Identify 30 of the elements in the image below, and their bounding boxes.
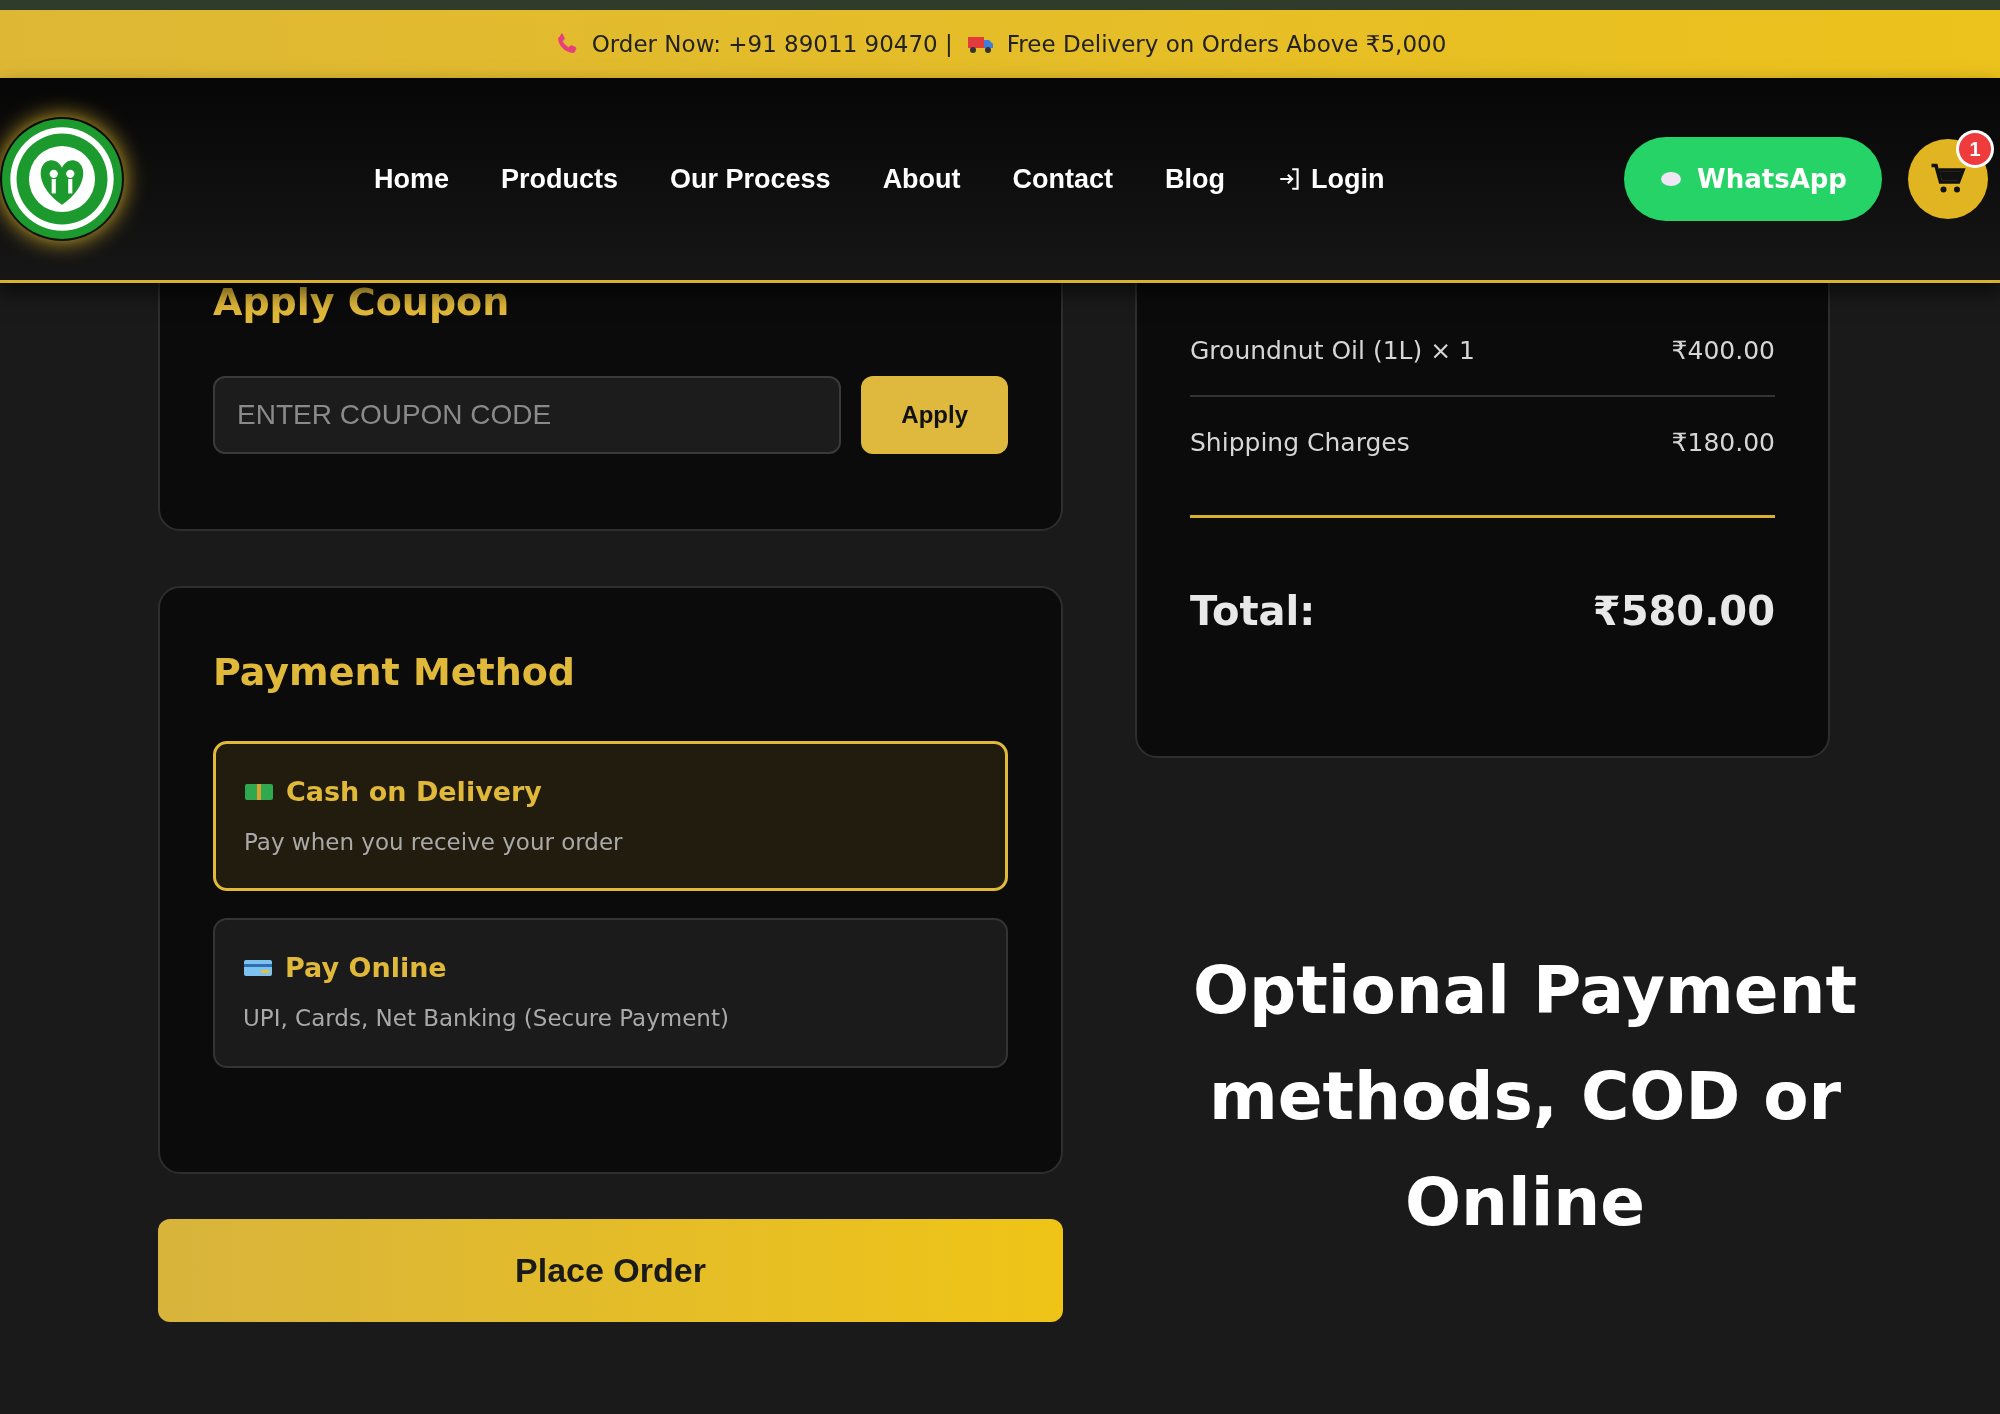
place-order-button[interactable]: Place Order (158, 1219, 1063, 1322)
login-link[interactable]: Login (1277, 163, 1385, 195)
caption-text: Optional Payment methods, COD or Online (1191, 951, 1859, 1243)
total-amount: ₹580.00 (1592, 588, 1775, 634)
logo-icon (0, 117, 124, 241)
apply-button[interactable]: Apply (861, 376, 1008, 454)
nav-link[interactable]: Our Process (670, 163, 831, 195)
nav-link[interactable]: Home (374, 163, 449, 195)
chat-bubble-icon (1659, 170, 1683, 188)
item-name: Shipping Charges (1190, 427, 1410, 457)
cart-count-badge: 1 (1959, 133, 1991, 165)
coupon-input-field[interactable]: ENTER COUPON CODE (213, 376, 842, 454)
payment-option[interactable]: Cash on Delivery Pay when you receive your order (213, 741, 1008, 891)
announcement-text: Order Now: +91 89011 90470 | (591, 31, 953, 57)
nav-link[interactable]: Blog (1165, 163, 1226, 195)
option-description: UPI, Cards, Net Banking (Secure Payment) (243, 1005, 730, 1031)
announcement-text: Free Delivery on Orders Above ₹5,000 (1006, 31, 1447, 57)
item-price: ₹400.00 (1671, 335, 1775, 365)
item-price: ₹180.00 (1671, 427, 1775, 457)
section-heading: Apply Coupon (213, 280, 511, 324)
option-description: Pay when you receive your order (244, 829, 624, 855)
nav-link[interactable]: Contact (1012, 163, 1114, 195)
option-title: Pay Online (285, 952, 447, 983)
payment-option[interactable]: Pay Online UPI, Cards, Net Banking (Secure Payment) (213, 918, 1008, 1068)
total-label: Total: (1190, 588, 1316, 634)
section-heading: Payment Method (213, 650, 576, 694)
option-title: Cash on Delivery (286, 776, 542, 807)
nav-link[interactable]: Products (501, 163, 619, 195)
nav-link[interactable]: About (882, 163, 961, 195)
item-name: Groundnut Oil (1L) × 1 (1190, 335, 1475, 365)
